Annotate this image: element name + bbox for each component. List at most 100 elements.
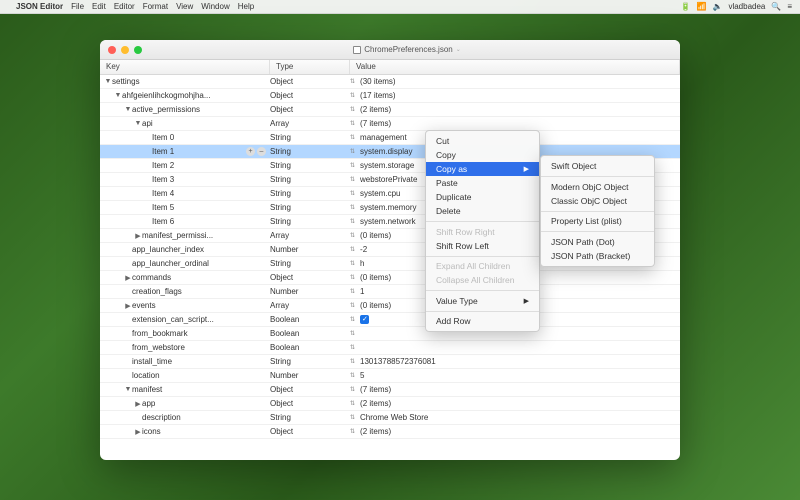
value-stepper-icon[interactable]: ⇅	[350, 162, 355, 169]
zoom-button[interactable]	[134, 46, 142, 54]
menu-help[interactable]: Help	[238, 2, 254, 11]
tree-row[interactable]: locationNumber⇅5	[100, 369, 680, 383]
tree-view[interactable]: ▼settingsObject⇅(30 items)▼ahfgeienlihck…	[100, 75, 680, 460]
volume-icon[interactable]: 🔈	[712, 2, 722, 11]
menu-format[interactable]: Format	[143, 2, 168, 11]
disclosure-triangle-icon[interactable]: ▼	[124, 386, 132, 393]
value-stepper-icon[interactable]: ⇅	[350, 428, 355, 435]
menu-item-copy[interactable]: Copy	[426, 148, 539, 162]
menu-item-json-path-dot-[interactable]: JSON Path (Dot)	[541, 235, 654, 249]
value-stepper-icon[interactable]: ⇅	[350, 148, 355, 155]
boolean-checkbox[interactable]	[360, 315, 369, 324]
value-stepper-icon[interactable]: ⇅	[350, 120, 355, 127]
value-stepper-icon[interactable]: ⇅	[350, 386, 355, 393]
value-stepper-icon[interactable]: ⇅	[350, 358, 355, 365]
row-type: String	[270, 217, 291, 226]
tree-row[interactable]: extension_can_script...Boolean⇅	[100, 313, 680, 327]
window-titlebar[interactable]: ChromePreferences.json ⌄	[100, 40, 680, 60]
value-stepper-icon[interactable]: ⇅	[350, 78, 355, 85]
value-stepper-icon[interactable]: ⇅	[350, 316, 355, 323]
value-stepper-icon[interactable]: ⇅	[350, 288, 355, 295]
value-stepper-icon[interactable]: ⇅	[350, 232, 355, 239]
close-button[interactable]	[108, 46, 116, 54]
value-stepper-icon[interactable]: ⇅	[350, 246, 355, 253]
tree-row[interactable]: ▶eventsArray⇅(0 items)	[100, 299, 680, 313]
disclosure-triangle-icon[interactable]: ▼	[104, 78, 112, 85]
value-stepper-icon[interactable]: ⇅	[350, 176, 355, 183]
disclosure-triangle-icon[interactable]: ▶	[124, 274, 132, 282]
user-label[interactable]: vladbadea	[728, 2, 765, 11]
tree-row[interactable]: descriptionString⇅Chrome Web Store	[100, 411, 680, 425]
context-submenu-copy-as[interactable]: Swift Object Modern ObjC ObjectClassic Ob…	[540, 155, 655, 267]
disclosure-triangle-icon[interactable]: ▼	[114, 92, 122, 99]
value-stepper-icon[interactable]: ⇅	[350, 106, 355, 113]
remove-row-button[interactable]: –	[257, 147, 266, 156]
tree-row[interactable]: creation_flagsNumber⇅1	[100, 285, 680, 299]
tree-row[interactable]: ▼active_permissionsObject⇅(2 items)	[100, 103, 680, 117]
value-stepper-icon[interactable]: ⇅	[350, 330, 355, 337]
value-stepper-icon[interactable]: ⇅	[350, 302, 355, 309]
tree-row[interactable]: ▶appObject⇅(2 items)	[100, 397, 680, 411]
value-stepper-icon[interactable]: ⇅	[350, 92, 355, 99]
row-key: description	[142, 413, 181, 422]
context-menu[interactable]: CutCopyCopy as▶PasteDuplicateDelete Shift…	[425, 130, 540, 332]
tree-row[interactable]: ▼manifestObject⇅(7 items)	[100, 383, 680, 397]
battery-icon[interactable]: 🔋	[681, 2, 691, 11]
column-type[interactable]: Type	[270, 60, 350, 74]
disclosure-triangle-icon[interactable]: ▶	[134, 428, 142, 436]
value-stepper-icon[interactable]: ⇅	[350, 260, 355, 267]
menu-item-classic-objc-object[interactable]: Classic ObjC Object	[541, 194, 654, 208]
tree-row[interactable]: ▶commandsObject⇅(0 items)	[100, 271, 680, 285]
menu-item-add-row[interactable]: Add Row	[426, 314, 539, 328]
menu-item-delete[interactable]: Delete	[426, 204, 539, 218]
value-stepper-icon[interactable]: ⇅	[350, 414, 355, 421]
tree-row[interactable]: ▼settingsObject⇅(30 items)	[100, 75, 680, 89]
menu-item-copy-as[interactable]: Copy as▶	[426, 162, 539, 176]
menu-item-shift-row-left[interactable]: Shift Row Left	[426, 239, 539, 253]
column-key[interactable]: Key	[100, 60, 270, 74]
value-stepper-icon[interactable]: ⇅	[350, 134, 355, 141]
menu-item-cut[interactable]: Cut	[426, 134, 539, 148]
value-stepper-icon[interactable]: ⇅	[350, 190, 355, 197]
tree-row[interactable]: ▼apiArray⇅(7 items)	[100, 117, 680, 131]
disclosure-triangle-icon[interactable]: ▼	[134, 120, 142, 127]
value-stepper-icon[interactable]: ⇅	[350, 400, 355, 407]
system-menubar: JSON Editor File Edit Editor Format View…	[0, 0, 800, 14]
menu-extras-icon[interactable]: ≡	[787, 2, 792, 11]
app-name[interactable]: JSON Editor	[16, 2, 63, 11]
menu-view[interactable]: View	[176, 2, 193, 11]
tree-row[interactable]: from_bookmarkBoolean⇅	[100, 327, 680, 341]
menu-item-json-path-bracket-[interactable]: JSON Path (Bracket)	[541, 249, 654, 263]
value-stepper-icon[interactable]: ⇅	[350, 344, 355, 351]
menu-edit[interactable]: Edit	[92, 2, 106, 11]
tree-row[interactable]: from_webstoreBoolean⇅	[100, 341, 680, 355]
minimize-button[interactable]	[121, 46, 129, 54]
menu-window[interactable]: Window	[201, 2, 229, 11]
spotlight-icon[interactable]: 🔍	[771, 2, 781, 11]
disclosure-triangle-icon[interactable]: ▶	[124, 302, 132, 310]
value-stepper-icon[interactable]: ⇅	[350, 274, 355, 281]
tree-row[interactable]: install_timeString⇅13013788572376081	[100, 355, 680, 369]
title-dropdown-icon[interactable]: ⌄	[456, 46, 461, 53]
disclosure-triangle-icon[interactable]: ▶	[134, 232, 142, 240]
menu-editor[interactable]: Editor	[114, 2, 135, 11]
value-stepper-icon[interactable]: ⇅	[350, 204, 355, 211]
disclosure-triangle-icon[interactable]: ▶	[134, 400, 142, 408]
tree-row[interactable]: ▼ahfgeienlihckogmohjha...Object⇅(17 item…	[100, 89, 680, 103]
menu-item-label: JSON Path (Bracket)	[551, 251, 630, 261]
menu-item-property-list-plist-[interactable]: Property List (plist)	[541, 214, 654, 228]
add-row-button[interactable]: +	[246, 147, 255, 156]
menu-item-paste[interactable]: Paste	[426, 176, 539, 190]
value-stepper-icon[interactable]: ⇅	[350, 372, 355, 379]
value-stepper-icon[interactable]: ⇅	[350, 218, 355, 225]
tree-row[interactable]: Item 0String⇅management	[100, 131, 680, 145]
menu-item-value-type[interactable]: Value Type▶	[426, 294, 539, 308]
column-value[interactable]: Value	[350, 60, 680, 74]
menu-item-modern-objc-object[interactable]: Modern ObjC Object	[541, 180, 654, 194]
menu-item-duplicate[interactable]: Duplicate	[426, 190, 539, 204]
menu-item-swift-object[interactable]: Swift Object	[541, 159, 654, 173]
menu-file[interactable]: File	[71, 2, 84, 11]
tree-row[interactable]: ▶iconsObject⇅(2 items)	[100, 425, 680, 439]
disclosure-triangle-icon[interactable]: ▼	[124, 106, 132, 113]
wifi-icon[interactable]: 📶	[697, 2, 707, 11]
